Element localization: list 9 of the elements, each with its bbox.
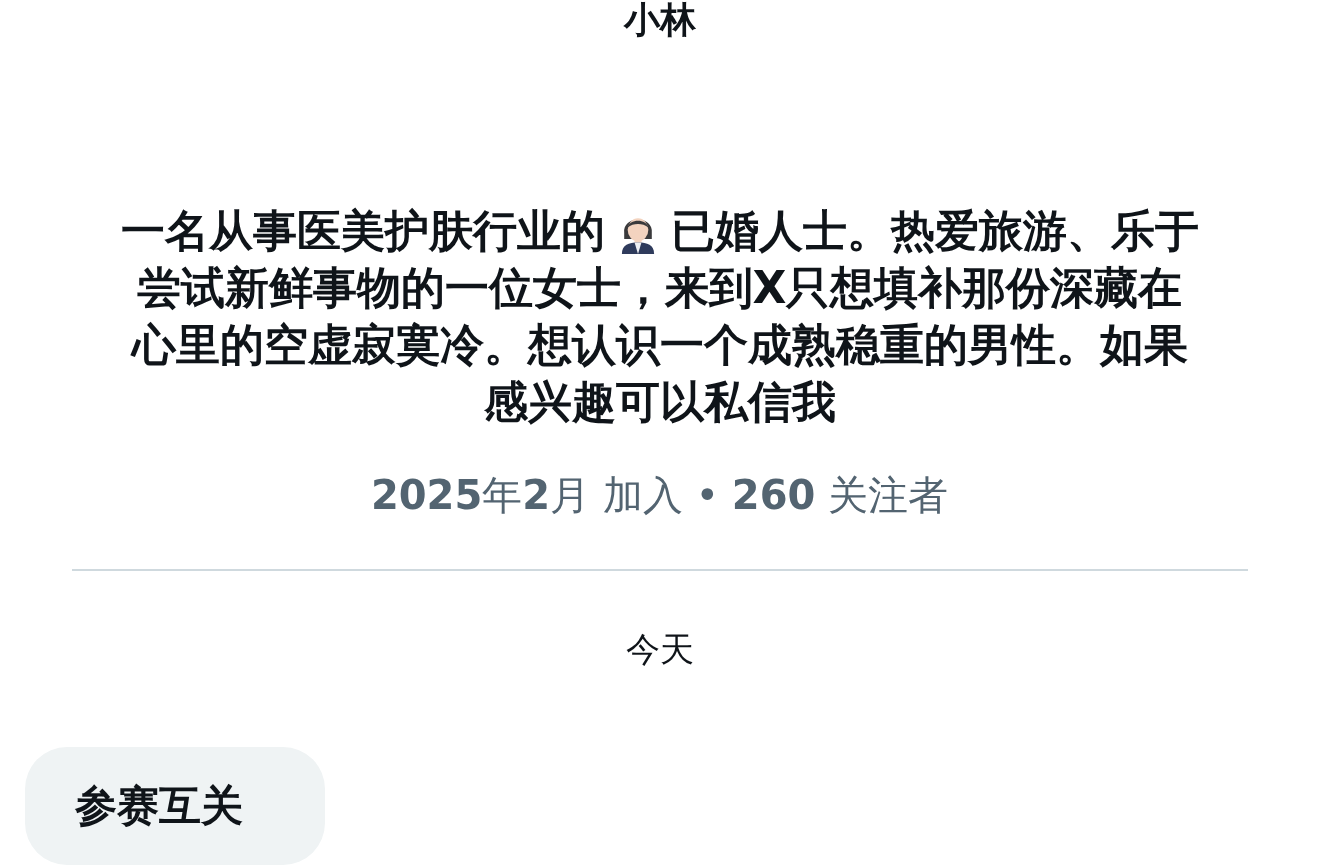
bio-text: 一名从事医美护肤行业的 bbox=[120, 204, 605, 258]
bio-text: 尝试新鲜事物的一位女士，来到X只想填补那份深藏在 bbox=[136, 261, 1183, 315]
bio-text: 感兴趣可以私信我 bbox=[483, 375, 836, 429]
bio-text: 心里的空虚寂寞冷。想认识一个成熟稳重的男性。如果 bbox=[131, 318, 1188, 372]
profile-name: 小林 bbox=[623, 0, 696, 40]
join-and-followers: 2025年2月 加入 • 260 关注者 bbox=[370, 471, 949, 520]
date-separator: 今天 bbox=[625, 628, 694, 671]
bio-text: 已婚人士。热爱旅游、乐于 bbox=[670, 204, 1199, 258]
message-bubble: 参赛互关 bbox=[25, 747, 325, 865]
